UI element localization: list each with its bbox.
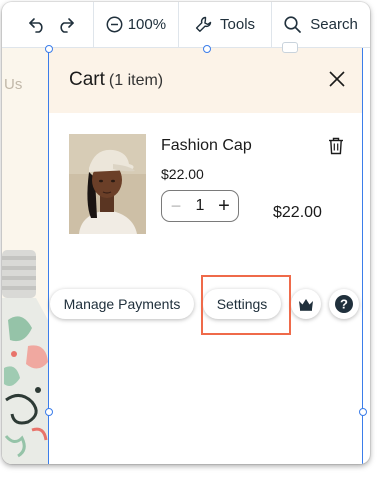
quantity-stepper: − 1 + <box>161 190 239 222</box>
upgrade-button[interactable] <box>291 289 321 319</box>
trash-icon <box>328 137 344 155</box>
drag-handle[interactable] <box>282 42 298 53</box>
zoom-out-icon <box>106 16 123 33</box>
cart-header: Cart (1 item) <box>49 48 362 113</box>
editor-toolbar: 100% Tools Search <box>2 2 370 48</box>
help-icon: ? <box>334 294 354 314</box>
redo-icon <box>57 17 75 33</box>
settings-highlight-box <box>201 275 291 335</box>
selection-guide-left <box>48 48 49 464</box>
remove-item-button[interactable] <box>328 137 344 155</box>
product-thumbnail[interactable] <box>69 134 146 234</box>
help-button[interactable]: ? <box>329 289 359 319</box>
redo-button[interactable] <box>51 2 80 47</box>
cart-title: Cart (1 item) <box>69 69 163 91</box>
product-unit-price: $22.00 <box>161 166 204 182</box>
search-button[interactable]: Search <box>272 2 370 47</box>
resize-handle[interactable] <box>45 408 53 416</box>
line-item-total: $22.00 <box>273 204 322 221</box>
zoom-button[interactable]: 100% <box>94 2 178 47</box>
product-name[interactable]: Fashion Cap <box>161 137 252 155</box>
undo-button[interactable] <box>22 2 51 47</box>
increase-quantity-button[interactable]: + <box>217 195 231 218</box>
tools-label: Tools <box>220 16 256 33</box>
resize-handle[interactable] <box>45 45 53 53</box>
undo-icon <box>28 17 46 33</box>
cart-panel: Cart (1 item) Fashion Cap $22.00 − 1 + $… <box>49 48 362 464</box>
resize-handle[interactable] <box>203 45 211 53</box>
canvas-partial-text: Us <box>4 76 23 93</box>
resize-handle[interactable] <box>359 408 367 416</box>
tools-button[interactable]: Tools <box>179 2 271 47</box>
decrease-quantity-button[interactable]: − <box>169 196 183 217</box>
search-icon <box>284 16 302 33</box>
close-icon <box>328 70 346 88</box>
manage-payments-button[interactable]: Manage Payments <box>50 289 194 319</box>
crown-icon <box>298 298 314 311</box>
svg-text:?: ? <box>340 297 348 312</box>
selection-guide-right <box>362 48 363 464</box>
editor-window: 100% Tools Search Us Cart (1 item) Fashi… <box>2 2 370 464</box>
cart-item-count: (1 item) <box>108 72 164 89</box>
quantity-value[interactable]: 1 <box>196 197 205 215</box>
search-label: Search <box>310 16 358 33</box>
zoom-level: 100% <box>127 16 167 33</box>
manage-payments-label: Manage Payments <box>63 296 181 312</box>
cart-title-text: Cart <box>69 69 105 90</box>
wrench-icon <box>195 16 212 33</box>
close-cart-button[interactable] <box>328 70 346 88</box>
bottle-image <box>2 250 52 464</box>
